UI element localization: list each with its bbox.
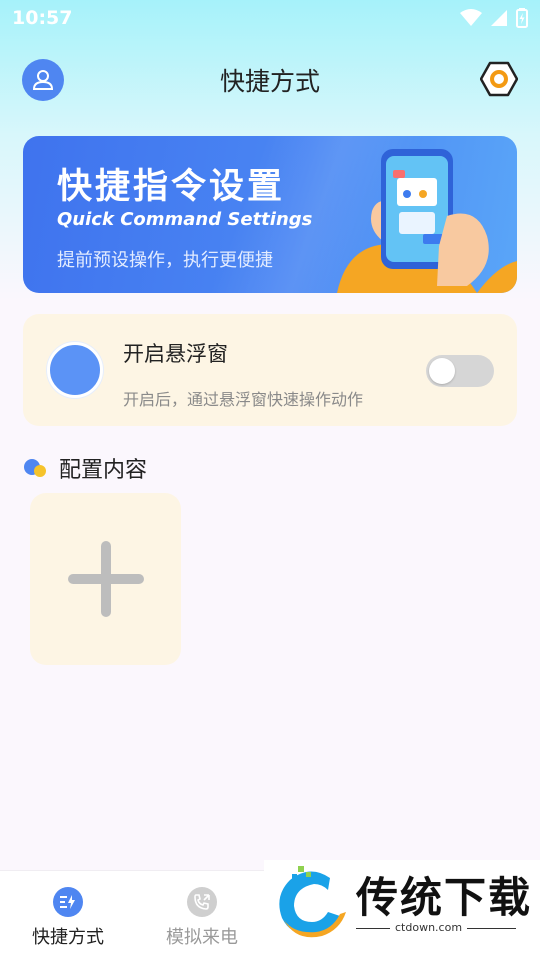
- watermark-url: ctdown.com: [390, 921, 468, 934]
- banner-subtitle: Quick Command Settings: [57, 209, 313, 230]
- status-icons: [460, 8, 528, 28]
- tab-shortcuts[interactable]: 快捷方式: [0, 871, 136, 960]
- config-section-title: 配置内容: [59, 458, 148, 483]
- watermark-text: 传统下载: [356, 873, 533, 922]
- header: 快捷方式: [0, 56, 540, 104]
- status-bar: 10:57: [0, 0, 540, 36]
- page-title: 快捷方式: [219, 67, 320, 96]
- plus-icon: [67, 541, 144, 617]
- cellular-signal-icon: [491, 10, 507, 26]
- tab-simulated-call-label: 模拟来电: [166, 927, 238, 948]
- section-dots-icon: [24, 459, 46, 477]
- tab-simulated-call[interactable]: 模拟来电: [134, 871, 270, 960]
- status-time: 10:57: [12, 7, 73, 29]
- config-section-header: 配置内容: [23, 452, 147, 484]
- watermark: 传统下载 ctdown.com: [264, 860, 540, 942]
- settings-button[interactable]: [480, 60, 518, 98]
- add-config-button[interactable]: [30, 493, 181, 665]
- wifi-icon: [460, 9, 482, 26]
- toggle-knob: [429, 358, 455, 384]
- watermark-logo: [279, 866, 346, 938]
- float-window-card: 开启悬浮窗 开启后，通过悬浮窗快速操作动作: [23, 314, 517, 426]
- phone-in-hand-illustration: [337, 149, 517, 293]
- gear-icon: [480, 61, 518, 97]
- float-window-toggle[interactable]: [426, 355, 494, 387]
- battery-icon: [516, 8, 528, 28]
- float-window-preview-dot: [47, 342, 103, 398]
- phone-call-icon: [187, 887, 217, 917]
- tab-shortcuts-label: 快捷方式: [32, 927, 104, 948]
- banner-description: 提前预设操作，执行更便捷: [57, 250, 273, 271]
- lightning-menu-icon: [53, 887, 83, 917]
- float-window-description: 开启后，通过悬浮窗快速操作动作: [123, 390, 364, 409]
- quick-command-banner[interactable]: 快捷指令设置 Quick Command Settings 提前预设操作，执行更…: [23, 136, 517, 293]
- banner-title: 快捷指令设置: [57, 167, 286, 207]
- float-window-title: 开启悬浮窗: [123, 342, 228, 366]
